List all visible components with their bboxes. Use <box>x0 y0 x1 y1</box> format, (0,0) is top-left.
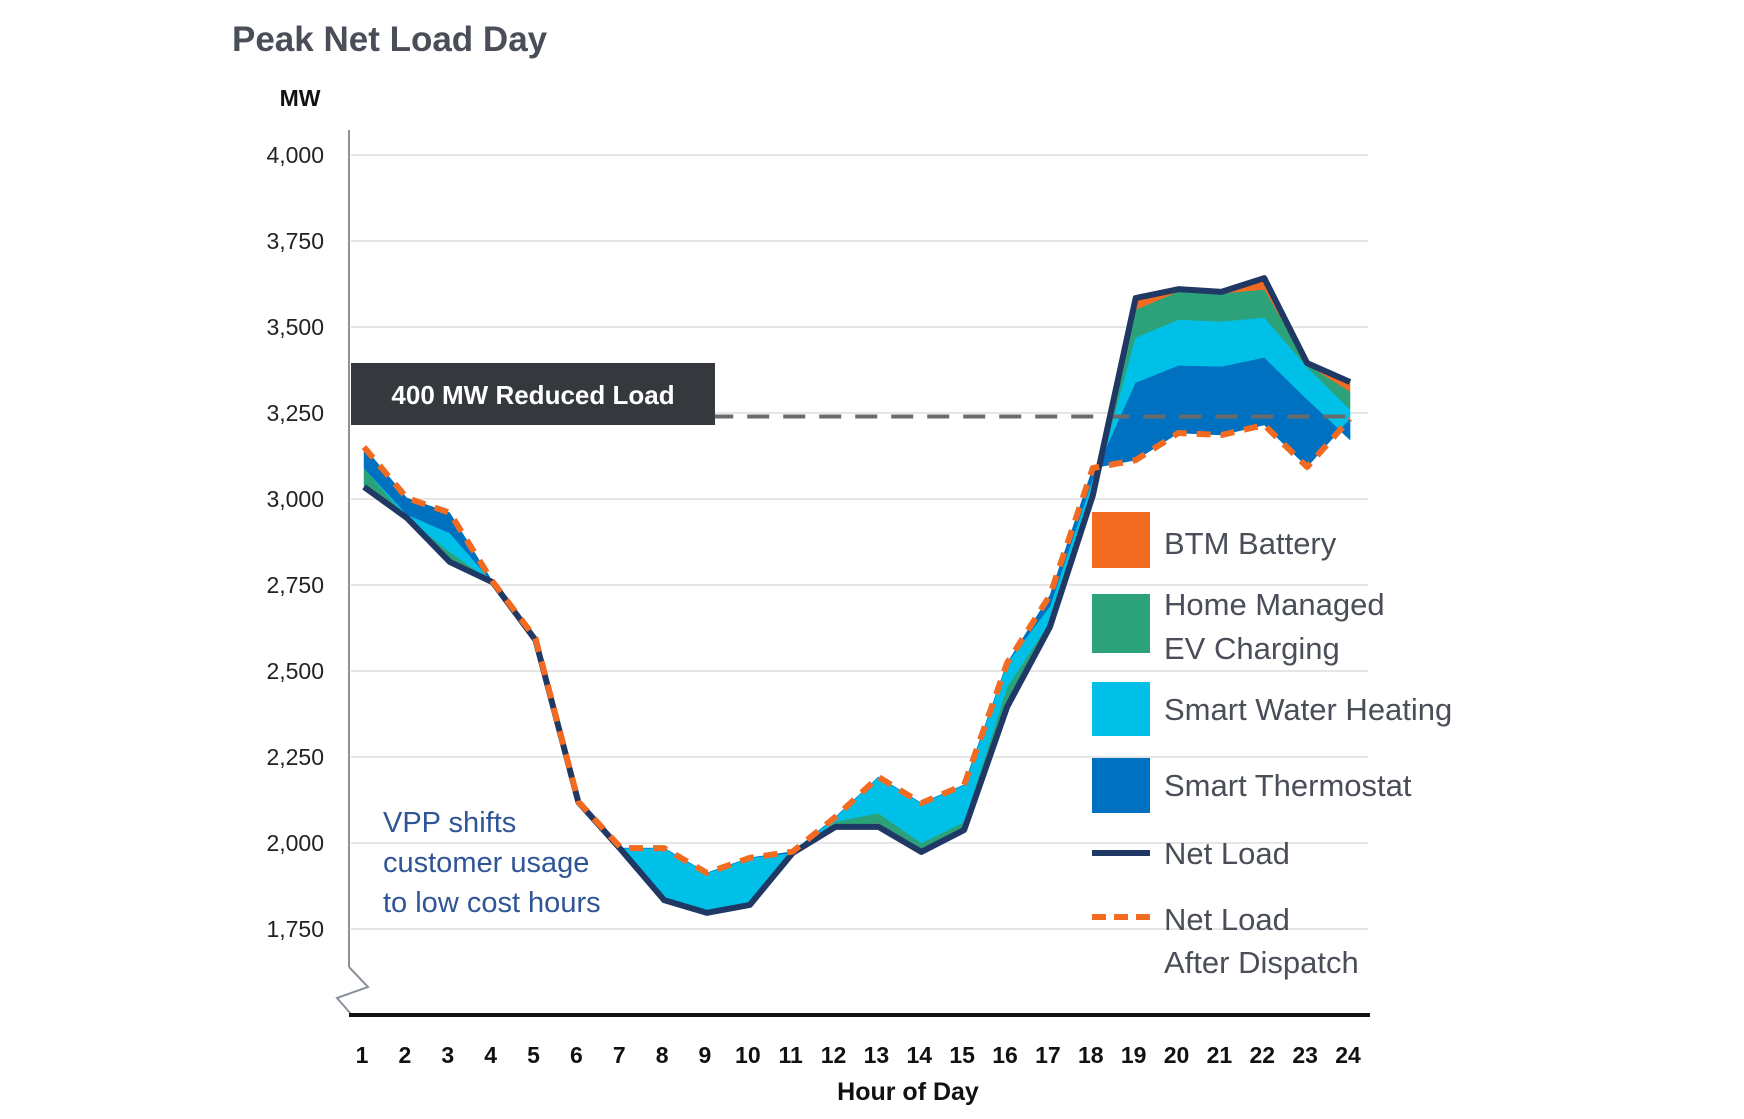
legend-label-after-dispatch-1: Net Load <box>1164 902 1290 937</box>
x-tick-label: 20 <box>1164 1042 1190 1068</box>
note-line-2: customer usage <box>383 847 589 879</box>
y-tick-label: 3,750 <box>266 228 324 254</box>
y-tick-label: 3,500 <box>266 314 324 340</box>
y-tick-label: 2,750 <box>266 572 324 598</box>
legend-swatch-water-heating <box>1092 682 1150 736</box>
legend-label-thermostat: Smart Thermostat <box>1164 768 1412 803</box>
note-line-3: to low cost hours <box>383 887 601 919</box>
legend-label-btm-battery: BTM Battery <box>1164 526 1337 561</box>
peak-net-load-chart: Peak Net Load Day MW 4,000 3,750 3,500 3,25… <box>232 20 1452 1106</box>
x-tick-label: 21 <box>1207 1042 1233 1068</box>
x-tick-label: 13 <box>864 1042 890 1068</box>
x-tick-labels: 1 2 3 4 5 6 7 8 9 10 11 12 13 14 15 16 17 18 19 20 21 22 23 24 <box>356 1042 1361 1068</box>
y-tick-label: 1,750 <box>266 916 324 942</box>
x-tick-label: 7 <box>613 1042 626 1068</box>
x-tick-label: 19 <box>1121 1042 1147 1068</box>
x-tick-label: 10 <box>735 1042 761 1068</box>
x-axis-label: Hour of Day <box>837 1078 979 1106</box>
callout-text: 400 MW Reduced Load <box>391 380 674 410</box>
y-axis-label: MW <box>280 85 321 111</box>
x-tick-label: 5 <box>527 1042 540 1068</box>
x-tick-label: 11 <box>779 1042 804 1068</box>
y-tick-label: 3,250 <box>266 400 324 426</box>
legend-label-net-load: Net Load <box>1164 836 1290 871</box>
x-tick-label: 23 <box>1292 1042 1318 1068</box>
x-tick-label: 6 <box>570 1042 583 1068</box>
legend-label-water-heating: Smart Water Heating <box>1164 692 1452 727</box>
x-tick-label: 15 <box>949 1042 975 1068</box>
legend: BTM Battery Home Managed EV Charging Sma… <box>1092 512 1452 980</box>
x-tick-label: 1 <box>356 1042 369 1068</box>
y-tick-labels: 4,000 3,750 3,500 3,250 3,000 2,750 2,500 2,250… <box>266 142 324 942</box>
y-tick-label: 3,000 <box>266 486 324 512</box>
x-tick-label: 8 <box>656 1042 669 1068</box>
x-tick-label: 9 <box>699 1042 712 1068</box>
vpp-note: VPP shifts customer usage to low cost ho… <box>383 807 601 919</box>
x-tick-label: 14 <box>907 1042 933 1068</box>
x-tick-label: 18 <box>1078 1042 1104 1068</box>
x-tick-label: 16 <box>992 1042 1018 1068</box>
reduced-load-callout: 400 MW Reduced Load <box>351 363 715 425</box>
legend-swatch-ev-charging <box>1092 594 1150 653</box>
legend-label-after-dispatch-2: After Dispatch <box>1164 945 1359 980</box>
legend-label-ev-charging-1: Home Managed <box>1164 587 1385 622</box>
x-tick-label: 2 <box>398 1042 411 1068</box>
x-tick-label: 24 <box>1335 1042 1361 1068</box>
y-tick-label: 4,000 <box>266 142 324 168</box>
x-tick-label: 4 <box>484 1042 497 1068</box>
note-line-1: VPP shifts <box>383 807 516 839</box>
chart-title: Peak Net Load Day <box>232 20 548 59</box>
x-tick-label: 12 <box>821 1042 847 1068</box>
y-tick-label: 2,500 <box>266 658 324 684</box>
axis-break-icon <box>335 966 370 1015</box>
legend-swatch-thermostat <box>1092 758 1150 813</box>
x-tick-label: 22 <box>1249 1042 1275 1068</box>
y-tick-label: 2,000 <box>266 830 324 856</box>
legend-label-ev-charging-2: EV Charging <box>1164 631 1340 666</box>
legend-swatch-btm-battery <box>1092 512 1150 568</box>
x-tick-label: 3 <box>441 1042 454 1068</box>
x-tick-label: 17 <box>1035 1042 1061 1068</box>
y-tick-label: 2,250 <box>266 744 324 770</box>
